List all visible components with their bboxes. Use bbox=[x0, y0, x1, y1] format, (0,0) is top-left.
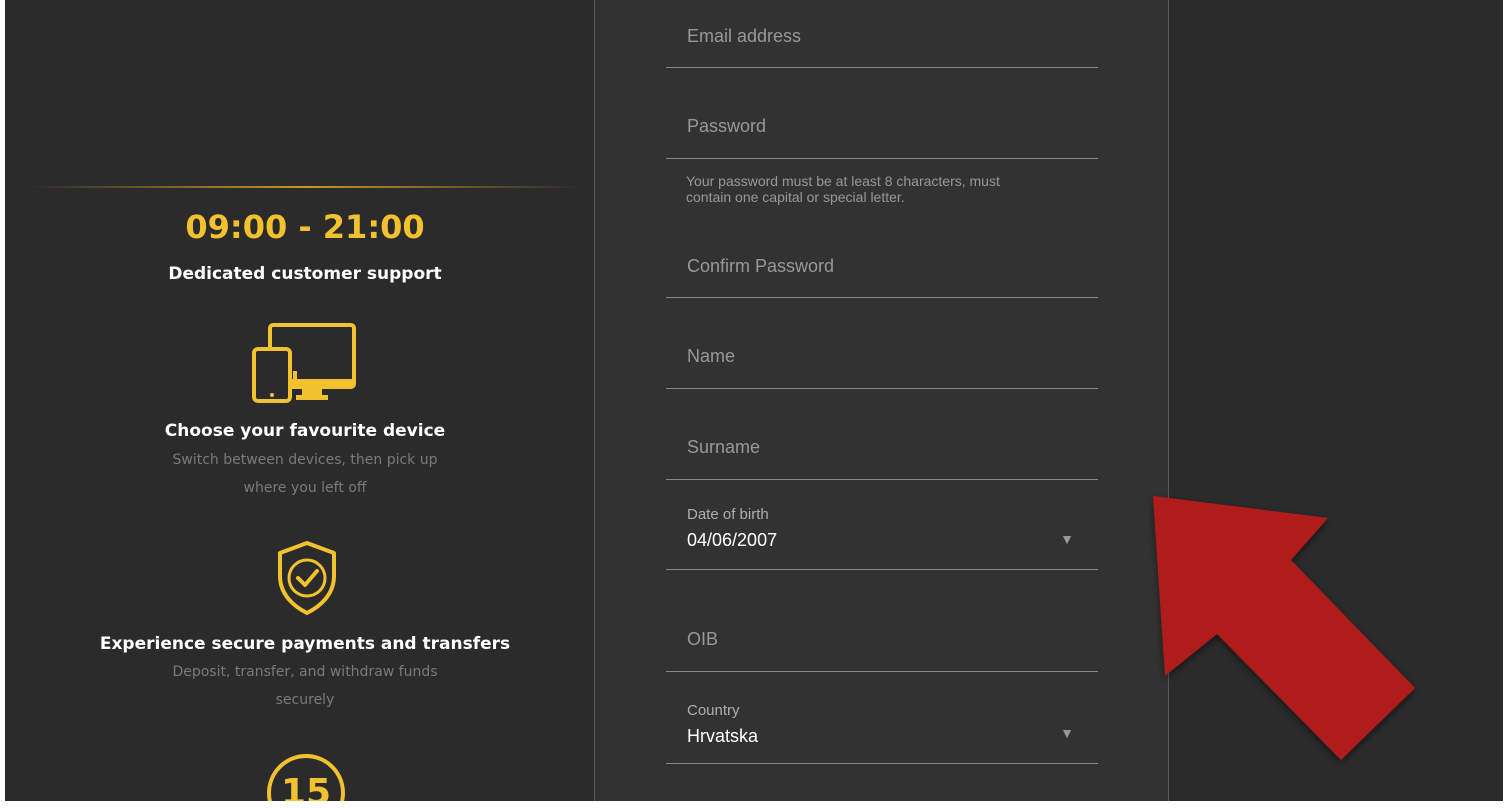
oib-field[interactable]: OIB bbox=[666, 570, 1098, 672]
device-desc-line-1: Switch between devices, then pick up bbox=[172, 452, 438, 468]
page-frame: 09:00 - 21:00 Dedicated customer support… bbox=[5, 0, 1503, 801]
password-hint: Your password must be at least 8 charact… bbox=[686, 173, 1086, 205]
confirm-password-field[interactable]: Confirm Password bbox=[666, 206, 1098, 298]
password-hint-line-1: Your password must be at least 8 charact… bbox=[686, 173, 1000, 189]
support-title: Dedicated customer support bbox=[168, 264, 442, 284]
confirm-password-placeholder: Confirm Password bbox=[687, 256, 835, 276]
name-field[interactable]: Name bbox=[666, 298, 1098, 389]
surname-placeholder: Surname bbox=[687, 437, 761, 457]
surname-field[interactable]: Surname bbox=[666, 389, 1098, 480]
country-value: Hrvatska bbox=[687, 726, 759, 746]
shield-check-icon bbox=[278, 541, 336, 615]
dob-label: Date of birth bbox=[687, 506, 769, 523]
number-badge-icon: 15 bbox=[267, 754, 345, 801]
red-arrow-icon bbox=[1153, 496, 1415, 760]
device-title: Choose your favourite device bbox=[164, 421, 446, 441]
support-hours: 09:00 - 21:00 bbox=[185, 208, 425, 246]
device-desc-line-2: where you left off bbox=[243, 480, 367, 496]
country-select[interactable]: Country Hrvatska ▼ bbox=[666, 672, 1098, 764]
badge-number: 15 bbox=[280, 772, 332, 801]
registration-form: Email address Password Your password mus… bbox=[594, 0, 1169, 801]
secure-desc-line-1: Deposit, transfer, and withdraw funds bbox=[172, 664, 438, 680]
password-field[interactable]: Password bbox=[666, 68, 1098, 159]
email-field[interactable]: Email address bbox=[666, 0, 1098, 68]
oib-placeholder: OIB bbox=[687, 629, 719, 649]
promo-column: 09:00 - 21:00 Dedicated customer support… bbox=[5, 0, 595, 801]
name-placeholder: Name bbox=[687, 346, 736, 366]
dob-value: 04/06/2007 bbox=[687, 530, 778, 550]
date-of-birth-select[interactable]: Date of birth 04/06/2007 ▼ bbox=[666, 480, 1098, 570]
chevron-down-icon[interactable]: ▼ bbox=[1060, 725, 1074, 741]
country-label: Country bbox=[687, 702, 740, 719]
email-placeholder: Email address bbox=[687, 26, 802, 46]
secure-title: Experience secure payments and transfers bbox=[99, 634, 511, 654]
password-placeholder: Password bbox=[687, 116, 767, 136]
password-hint-line-2: contain one capital or special letter. bbox=[686, 189, 905, 205]
chevron-down-icon[interactable]: ▼ bbox=[1060, 531, 1074, 547]
devices-icon bbox=[252, 323, 356, 403]
secure-desc-line-2: securely bbox=[275, 692, 335, 708]
gold-divider bbox=[30, 186, 580, 188]
